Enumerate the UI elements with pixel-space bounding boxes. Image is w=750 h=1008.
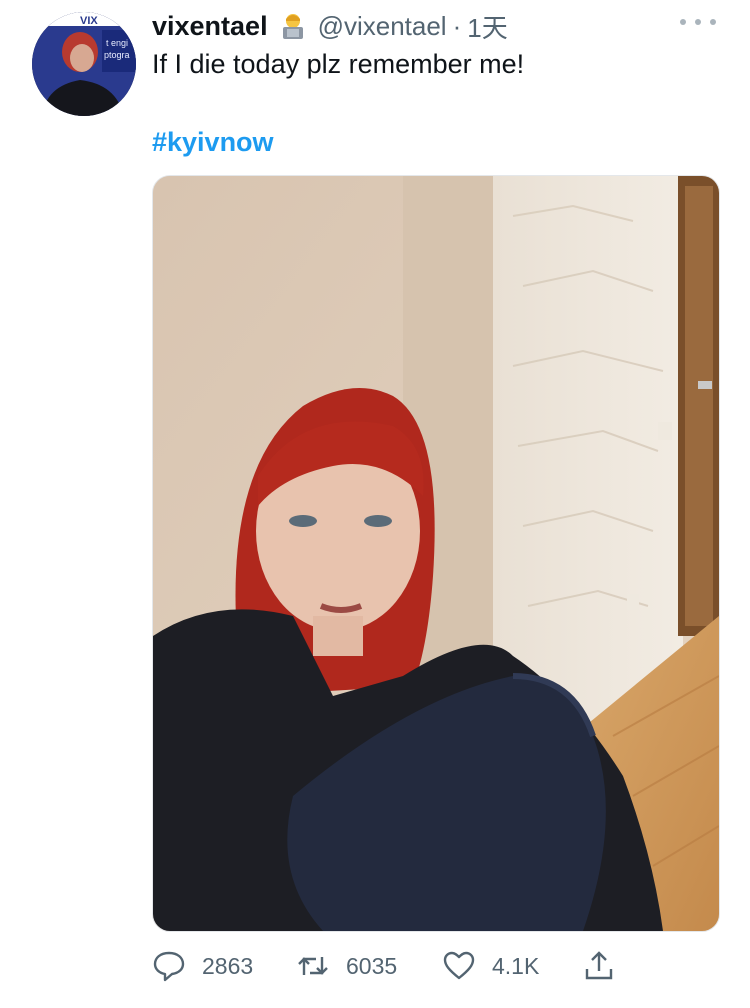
tweet-actions: 2863 6035 4.1K [152, 946, 722, 986]
separator-dot: · [452, 10, 462, 41]
avatar-bg-text-2: t engi [106, 38, 128, 48]
like-button[interactable]: 4.1K [442, 949, 539, 983]
woman-technologist-emoji-icon [278, 11, 308, 41]
avatar-image: VIX t engi ptogra [32, 12, 136, 116]
avatar-bg-text-1: VIX [80, 15, 98, 27]
timestamp[interactable]: 1天 [467, 8, 507, 45]
more-horizontal-icon[interactable] [680, 10, 716, 34]
reply-button[interactable]: 2863 [152, 949, 253, 983]
reply-icon [152, 949, 186, 983]
like-count: 4.1K [492, 952, 540, 979]
retweet-count: 6035 [346, 952, 398, 979]
heart-icon [442, 949, 476, 983]
display-name[interactable]: vixentael [152, 11, 268, 42]
reply-count: 2863 [202, 952, 254, 979]
user-handle[interactable]: @vixentael [318, 11, 447, 42]
tweet-photo[interactable] [152, 175, 720, 932]
retweet-icon [296, 949, 330, 983]
avatar-bg-text-3: ptogra [104, 50, 130, 60]
tweet-header: vixentael @vixentael · 1天 [152, 8, 690, 44]
hashtag-link[interactable]: #kyivnow [152, 124, 274, 160]
avatar[interactable]: VIX t engi ptogra [32, 12, 136, 116]
share-icon [582, 949, 616, 983]
share-button[interactable] [582, 949, 616, 983]
retweet-button[interactable]: 6035 [296, 949, 397, 983]
tweet-text: If I die today plz remember me! [152, 49, 525, 79]
